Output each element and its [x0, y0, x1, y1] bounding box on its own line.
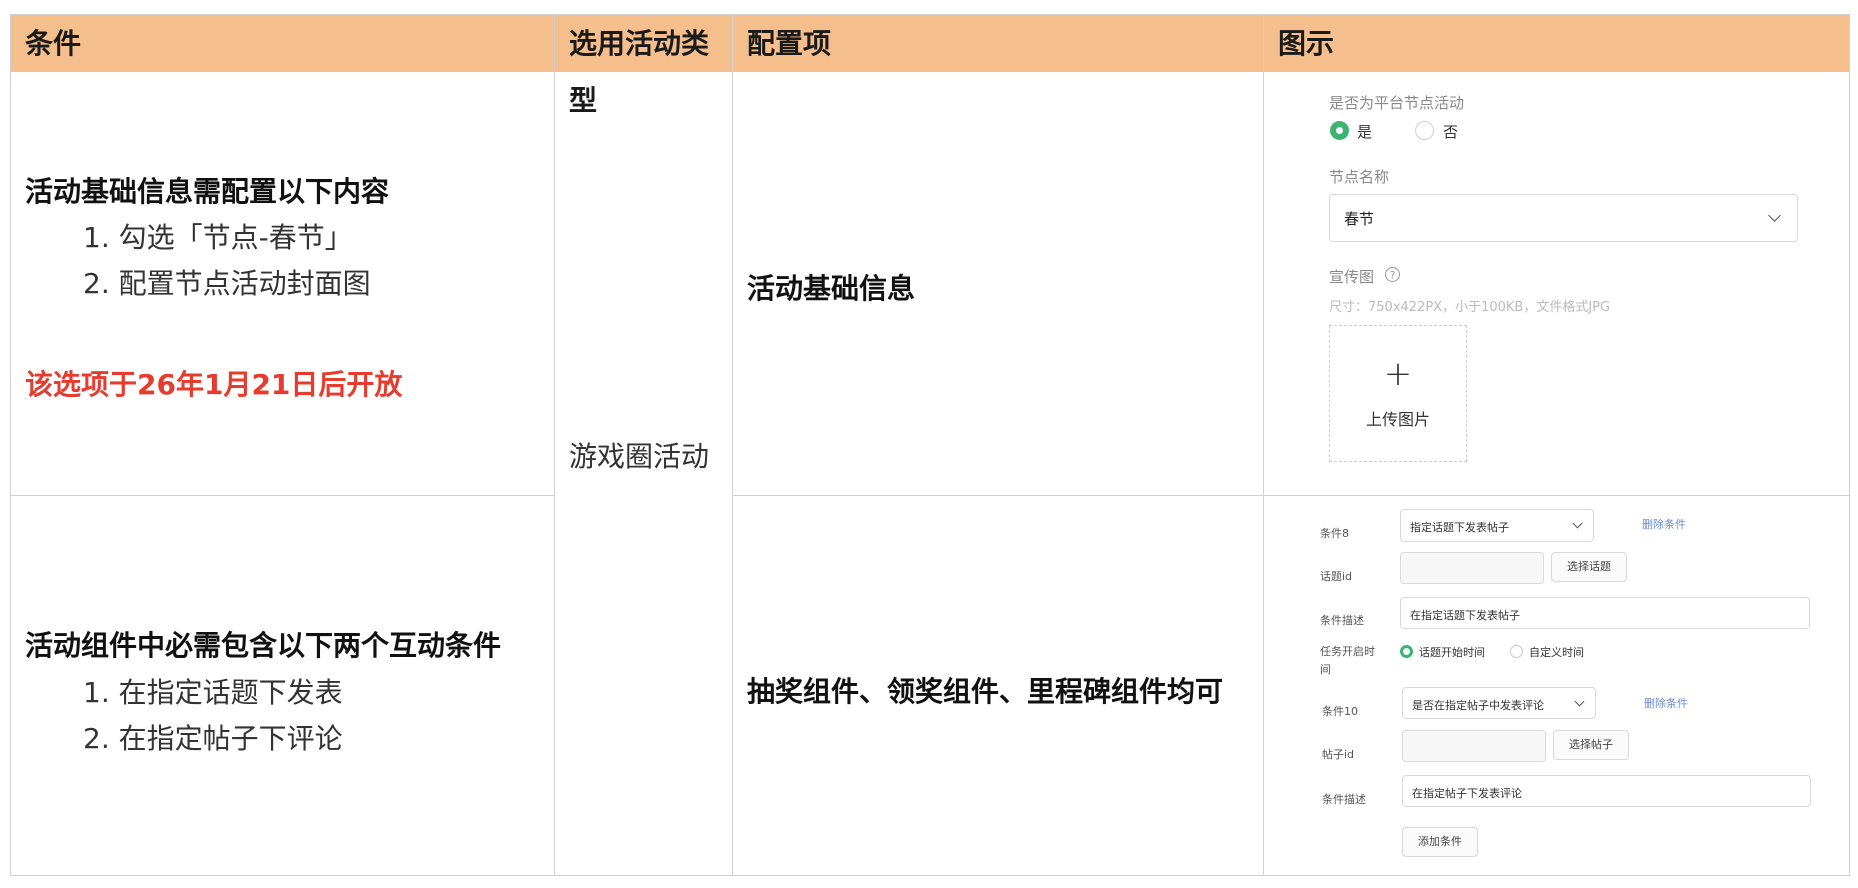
promo-hint: 尺寸：750x422PX，小于100KB，文件格式JPG	[1329, 300, 1611, 315]
radio-topic-time[interactable]	[1400, 645, 1413, 658]
row2-condition-title: 活动组件中必需包含以下两个互动条件	[25, 629, 502, 662]
cond10-value: 是否在指定帖子中发表评论	[1412, 699, 1544, 712]
chevron-down-icon	[1572, 518, 1583, 529]
column-divider	[554, 15, 555, 875]
row2-condition-item: 1. 在指定话题下发表	[83, 676, 343, 709]
row2-config: 抽奖组件、领奖组件、里程碑组件均可	[747, 675, 1224, 708]
plus-icon: +	[1383, 354, 1413, 394]
post-id-label: 帖子id	[1322, 748, 1355, 761]
node-name-select[interactable]: 春节	[1329, 194, 1798, 242]
row1-condition-item: 2. 配置节点活动封面图	[83, 267, 371, 300]
topic-id-label: 话题id	[1320, 570, 1353, 583]
radio-no[interactable]	[1415, 121, 1434, 140]
column-divider	[732, 15, 733, 875]
row1-notice: 该选项于26年1月21日后开放	[25, 368, 403, 401]
column-divider	[1263, 15, 1264, 875]
platform-node-label: 是否为平台节点活动	[1329, 94, 1465, 112]
header-config-item: 配置项	[733, 15, 1264, 72]
delete-condition-link[interactable]: 删除条件	[1644, 695, 1688, 711]
desc2-label: 条件描述	[1322, 793, 1366, 806]
activity-type: 游戏圈活动	[569, 440, 710, 473]
row-divider	[11, 495, 555, 496]
node-name-label: 节点名称	[1329, 168, 1390, 186]
chevron-down-icon	[1768, 209, 1781, 222]
task-time-label-cont: 间	[1320, 663, 1331, 676]
cond8-label: 条件8	[1320, 527, 1349, 540]
upload-box[interactable]: + 上传图片	[1329, 325, 1467, 462]
task-time-label: 任务开启时	[1320, 645, 1375, 658]
select-topic-button[interactable]: 选择话题	[1551, 552, 1627, 582]
desc1-input[interactable]: 在指定话题下发表帖子	[1400, 597, 1810, 629]
desc1-label: 条件描述	[1320, 614, 1364, 627]
node-name-value: 春节	[1344, 210, 1375, 228]
radio-dot-icon	[1336, 127, 1343, 134]
radio-topic-time-label: 话题开始时间	[1419, 646, 1485, 659]
cond8-select[interactable]: 指定话题下发表帖子	[1400, 509, 1594, 542]
row1-condition-title: 活动基础信息需配置以下内容	[25, 175, 390, 208]
cond10-select[interactable]: 是否在指定帖子中发表评论	[1402, 687, 1596, 719]
header-condition: 条件	[11, 15, 555, 72]
row-divider	[733, 495, 1849, 496]
row1-config: 活动基础信息	[747, 272, 916, 305]
desc2-input[interactable]: 在指定帖子下发表评论	[1402, 775, 1811, 807]
radio-yes[interactable]	[1330, 121, 1349, 140]
config-table: 条件 选用活动类型 配置项 图示 活动基础信息需配置以下内容 1. 勾选「节点-…	[10, 14, 1850, 876]
row1-condition-item: 1. 勾选「节点-春节」	[83, 221, 353, 254]
radio-yes-label: 是	[1357, 123, 1373, 141]
header-illustration: 图示	[1264, 15, 1849, 72]
row2-condition-item: 2. 在指定帖子下评论	[83, 722, 343, 755]
promo-label: 宣传图	[1329, 268, 1375, 286]
select-post-button[interactable]: 选择帖子	[1553, 730, 1629, 760]
chevron-down-icon	[1574, 696, 1585, 707]
radio-custom-time[interactable]	[1510, 645, 1523, 658]
delete-condition-link[interactable]: 删除条件	[1642, 516, 1686, 532]
radio-no-label: 否	[1443, 123, 1459, 141]
upload-label: 上传图片	[1365, 410, 1430, 429]
radio-custom-time-label: 自定义时间	[1529, 646, 1584, 659]
post-id-input[interactable]	[1402, 730, 1546, 762]
topic-id-input[interactable]	[1400, 552, 1544, 584]
cond8-value: 指定话题下发表帖子	[1410, 521, 1509, 534]
help-icon[interactable]: ?	[1385, 267, 1400, 282]
header-activity-type: 选用活动类型	[555, 15, 733, 117]
cond10-label: 条件10	[1322, 705, 1358, 718]
add-condition-button[interactable]: 添加条件	[1402, 827, 1478, 857]
desc1-value: 在指定话题下发表帖子	[1410, 609, 1520, 622]
desc2-value: 在指定帖子下发表评论	[1412, 787, 1522, 800]
